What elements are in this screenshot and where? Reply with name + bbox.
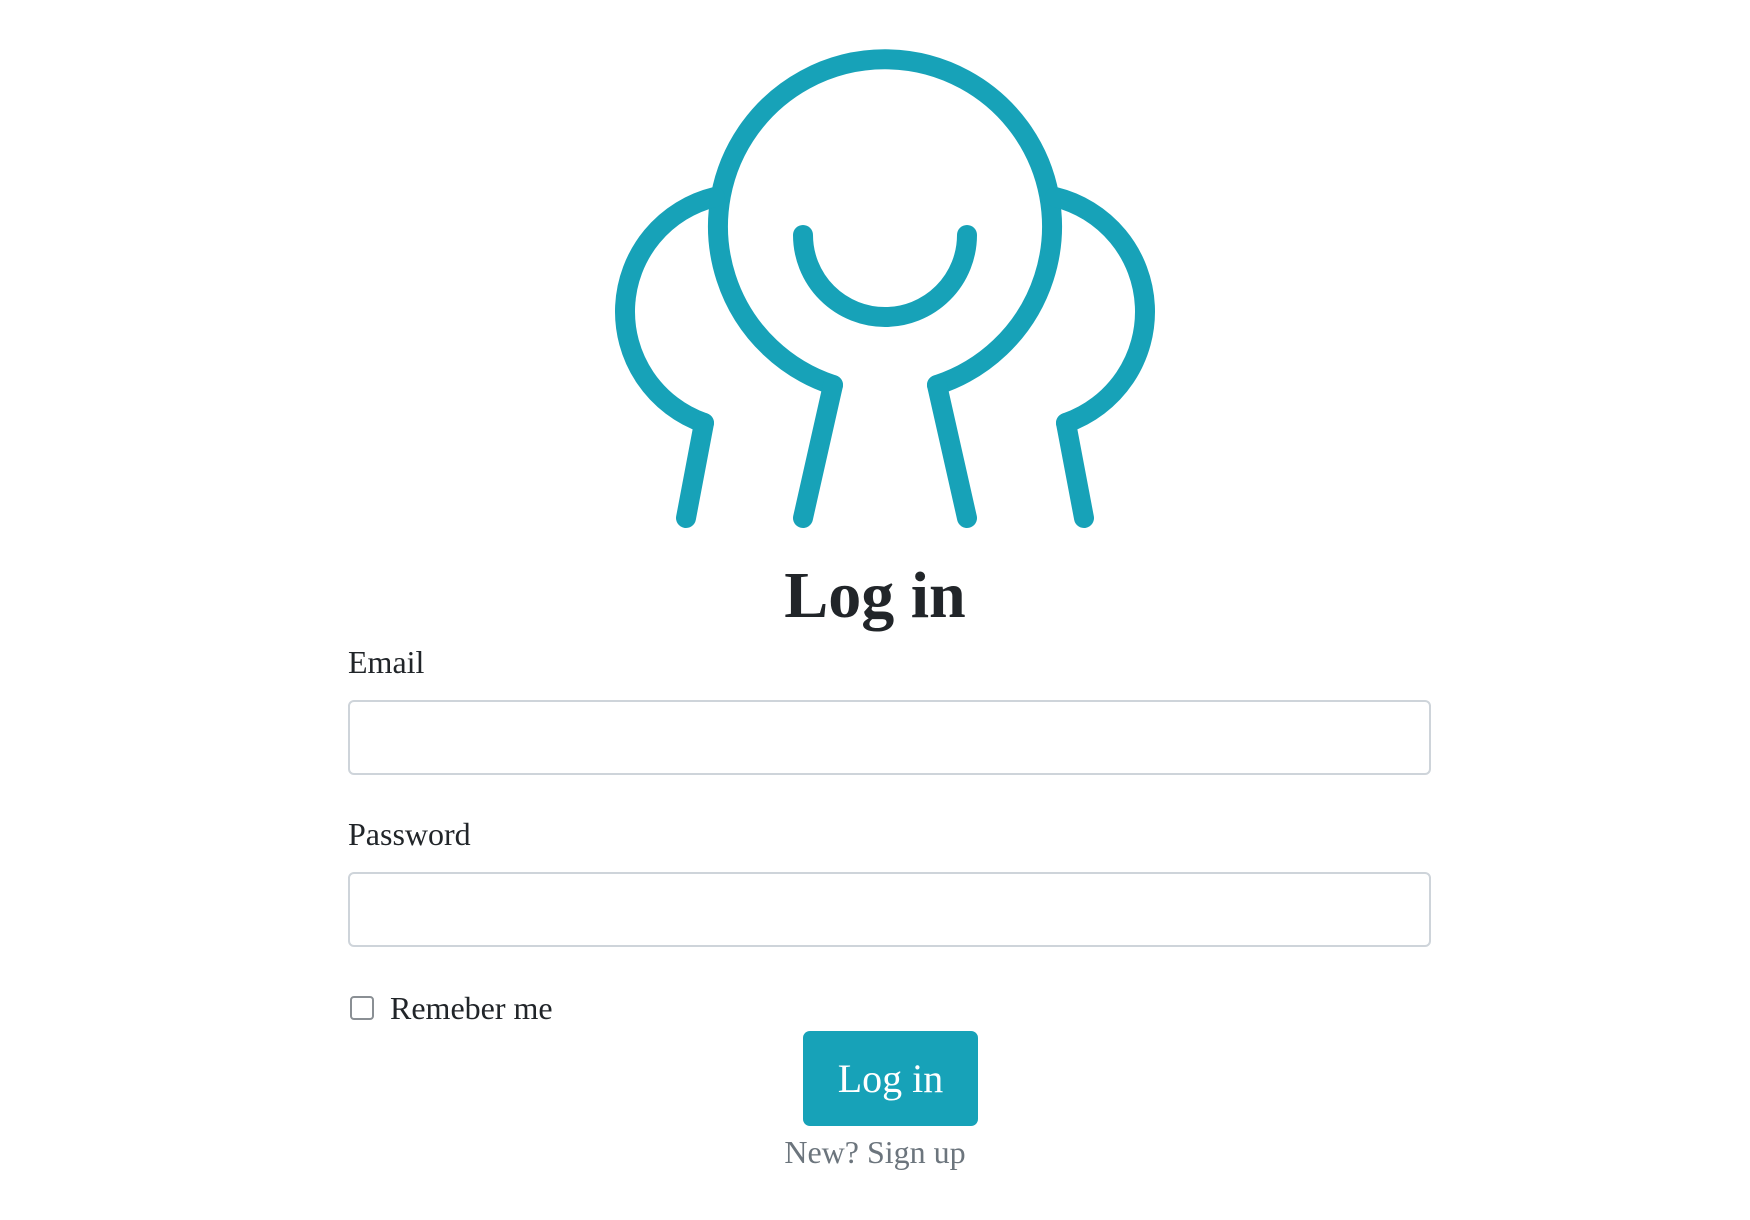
signup-link[interactable]: New? Sign up bbox=[0, 1132, 1750, 1172]
remember-me-row: Remeber me bbox=[348, 986, 553, 1030]
email-input[interactable] bbox=[348, 700, 1431, 775]
remember-me-checkbox[interactable] bbox=[350, 996, 374, 1020]
login-button[interactable]: Log in bbox=[803, 1031, 978, 1126]
password-group: Password bbox=[348, 812, 1431, 947]
login-page: Log in Email Password Remeber me Log in … bbox=[0, 0, 1750, 1220]
email-label: Email bbox=[348, 644, 425, 680]
remember-me-label[interactable]: Remeber me bbox=[390, 986, 553, 1030]
page-title: Log in bbox=[784, 559, 966, 632]
logo-people-icon bbox=[615, 49, 1155, 528]
logo bbox=[0, 0, 1750, 540]
password-label: Password bbox=[348, 816, 471, 852]
email-group: Email bbox=[348, 640, 1431, 775]
password-input[interactable] bbox=[348, 872, 1431, 947]
